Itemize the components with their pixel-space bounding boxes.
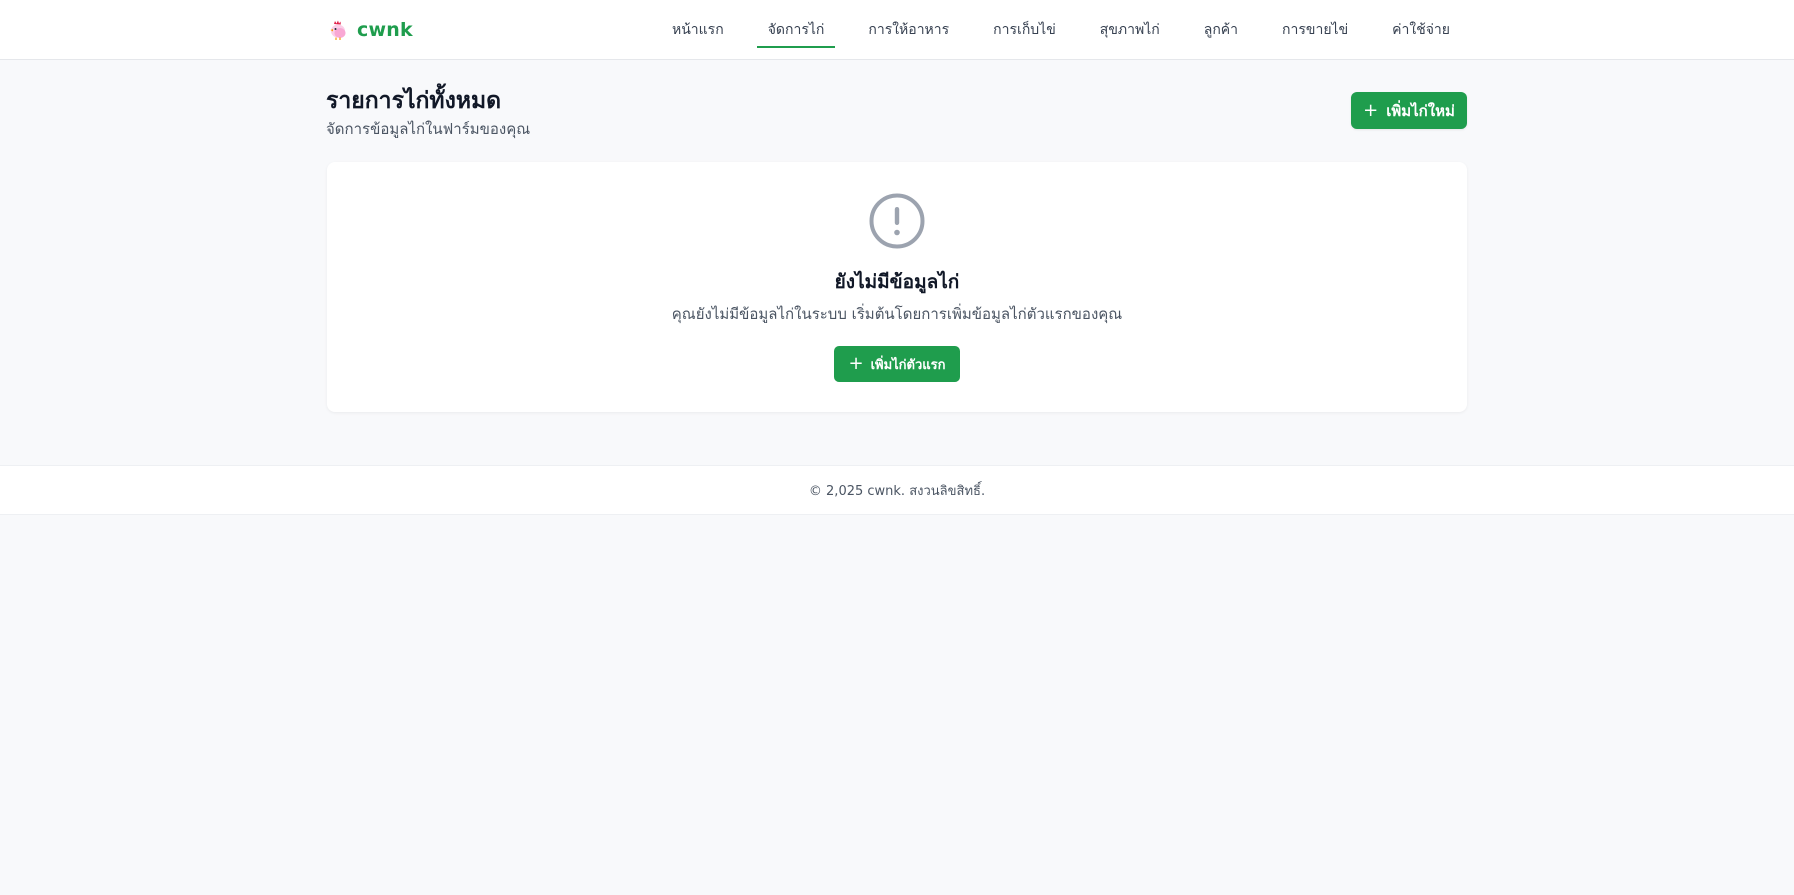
empty-state-description: คุณยังไม่มีข้อมูลไก่ในระบบ เริ่มต้นโดยกา… [671,305,1123,323]
page-subtitle: จัดการข้อมูลไก่ในฟาร์มของคุณ [326,120,531,138]
copyright-text: © 2,025 cwnk. สงวนลิขสิทธิ์. [808,483,986,499]
nav-item-customers[interactable]: ลูกค้า [1182,0,1260,60]
add-first-chicken-button-label: เพิ่มไก่ตัวแรก [870,357,946,373]
empty-state-title: ยังไม่มีข้อมูลไก่ [834,271,960,293]
chicken-icon [330,20,346,40]
nav-item-home[interactable]: หน้าแรก [650,0,746,60]
exclamation-circle-icon [869,193,925,249]
nav-item-egg-collection[interactable]: การเก็บไข่ [971,0,1078,60]
nav-item-expenses[interactable]: ค่าใช้จ่าย [1370,0,1472,60]
add-chicken-button-label: เพิ่มไก่ใหม่ [1386,101,1455,120]
plus-icon: + [848,353,864,374]
nav-item-chicken-health[interactable]: สุขภาพไก่ [1078,0,1182,60]
page-title: รายการไก่ทั้งหมด [326,88,502,114]
add-first-chicken-button[interactable]: + เพิ่มไก่ตัวแรก [834,346,960,382]
brand-name: cwnk [357,19,413,41]
nav-item-manage-chickens[interactable]: จัดการไก่ [746,0,847,60]
add-chicken-button[interactable]: + เพิ่มไก่ใหม่ [1351,92,1467,129]
main-nav: หน้าแรก จัดการไก่ การให้อาหาร การเก็บไข่… [650,0,1472,60]
brand-logo[interactable]: cwnk [327,16,413,44]
nav-item-egg-sales[interactable]: การขายไข่ [1260,0,1370,60]
nav-item-feeding[interactable]: การให้อาหาร [846,0,971,60]
top-navbar: cwnk หน้าแรก จัดการไก่ การให้อาหาร การเก… [0,0,1794,60]
footer: © 2,025 cwnk. สงวนลิขสิทธิ์. [0,465,1794,515]
plus-icon: + [1363,99,1379,121]
